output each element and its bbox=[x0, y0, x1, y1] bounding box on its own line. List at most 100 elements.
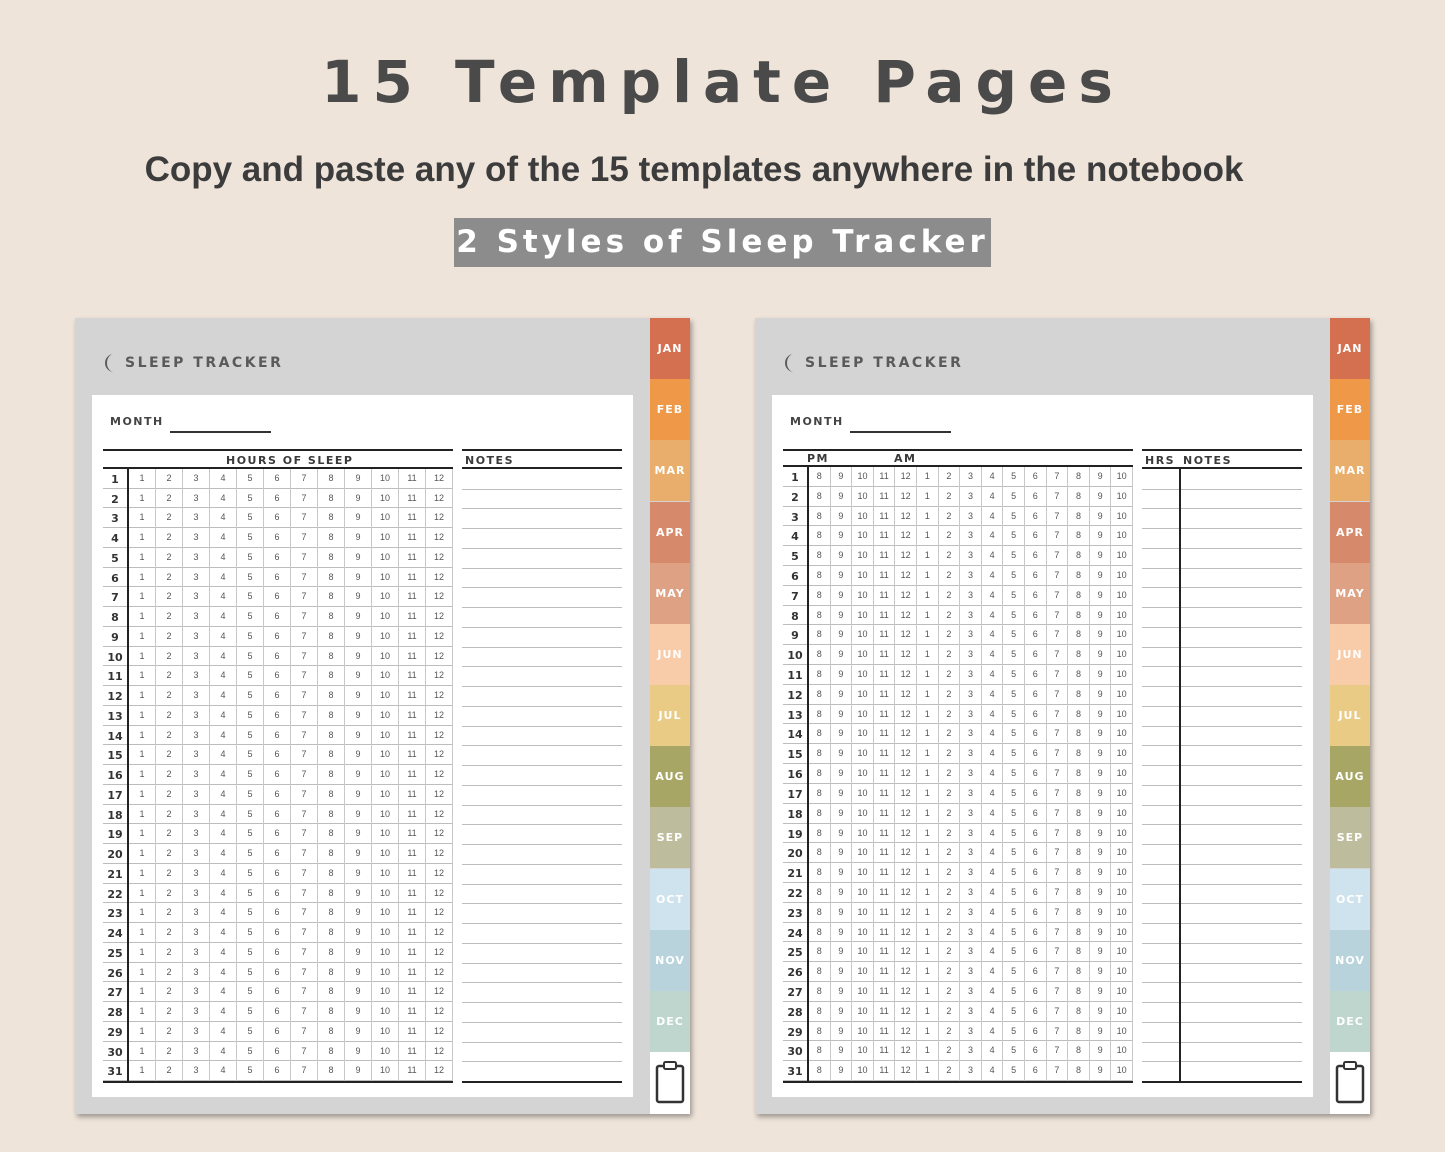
hour-cell[interactable]: 9 bbox=[831, 684, 853, 705]
hour-cell[interactable]: 11 bbox=[874, 863, 896, 883]
hour-cell[interactable]: 4 bbox=[982, 902, 1004, 923]
hour-cell[interactable]: 9 bbox=[831, 902, 853, 923]
hour-cell[interactable]: 1 bbox=[129, 1041, 156, 1062]
hour-cell[interactable]: 1 bbox=[917, 1061, 939, 1081]
hour-cell[interactable]: 3 bbox=[183, 804, 210, 825]
hour-cell[interactable]: 8 bbox=[1068, 526, 1090, 547]
hour-cell[interactable]: 9 bbox=[345, 607, 372, 627]
hour-cell[interactable]: 1 bbox=[129, 962, 156, 983]
hour-cell[interactable]: 2 bbox=[939, 902, 961, 923]
hour-cell[interactable]: 9 bbox=[345, 1041, 372, 1062]
hour-cell[interactable]: 12 bbox=[895, 724, 917, 745]
hour-cell[interactable]: 12 bbox=[895, 546, 917, 567]
hour-cell[interactable]: 3 bbox=[183, 469, 210, 489]
hour-cell[interactable]: 9 bbox=[831, 1021, 853, 1042]
hour-cell[interactable]: 11 bbox=[874, 546, 896, 567]
hour-cell[interactable]: 10 bbox=[1111, 1061, 1133, 1081]
hour-cell[interactable]: 2 bbox=[939, 922, 961, 943]
hour-cell[interactable]: 8 bbox=[1068, 803, 1090, 824]
hour-cell[interactable]: 3 bbox=[183, 982, 210, 1003]
hour-cell[interactable]: 4 bbox=[982, 467, 1004, 487]
hour-cell[interactable]: 12 bbox=[895, 882, 917, 903]
hour-cell[interactable]: 10 bbox=[372, 844, 399, 864]
month-tab-oct[interactable]: OCT bbox=[1330, 868, 1370, 930]
hour-cell[interactable]: 6 bbox=[264, 824, 291, 845]
hour-cell[interactable]: 3 bbox=[183, 547, 210, 568]
hour-cell[interactable]: 5 bbox=[237, 784, 264, 805]
hour-cell[interactable]: 4 bbox=[982, 942, 1004, 963]
hour-cell[interactable]: 9 bbox=[831, 566, 853, 586]
hour-cell[interactable]: 9 bbox=[345, 666, 372, 687]
hour-cell[interactable]: 1 bbox=[129, 587, 156, 608]
hour-cell[interactable]: 5 bbox=[237, 765, 264, 785]
hour-cell[interactable]: 12 bbox=[895, 665, 917, 685]
hour-cell[interactable]: 6 bbox=[264, 982, 291, 1003]
hour-cell[interactable]: 9 bbox=[831, 585, 853, 606]
hour-cell[interactable]: 4 bbox=[210, 469, 237, 489]
hour-cell[interactable]: 6 bbox=[1025, 684, 1047, 705]
hour-cell[interactable]: 1 bbox=[917, 467, 939, 487]
hour-cell[interactable]: 5 bbox=[1003, 526, 1025, 547]
hour-cell[interactable]: 11 bbox=[874, 981, 896, 1002]
hour-cell[interactable]: 9 bbox=[831, 665, 853, 685]
hour-cell[interactable]: 9 bbox=[345, 784, 372, 805]
hour-cell[interactable]: 10 bbox=[372, 962, 399, 983]
hour-cell[interactable]: 4 bbox=[982, 684, 1004, 705]
hour-cell[interactable]: 5 bbox=[237, 626, 264, 647]
hour-cell[interactable]: 8 bbox=[318, 705, 345, 726]
hour-cell[interactable]: 2 bbox=[939, 783, 961, 804]
hour-cell[interactable]: 8 bbox=[809, 645, 831, 666]
hour-cell[interactable]: 11 bbox=[874, 506, 896, 527]
hour-cell[interactable]: 4 bbox=[210, 745, 237, 766]
hour-cell[interactable]: 10 bbox=[372, 686, 399, 706]
hour-cell[interactable]: 4 bbox=[982, 803, 1004, 824]
hour-cell[interactable]: 5 bbox=[1003, 942, 1025, 963]
hour-cell[interactable]: 2 bbox=[156, 626, 183, 647]
hour-cell[interactable]: 9 bbox=[1090, 902, 1112, 923]
hour-cell[interactable]: 9 bbox=[1090, 645, 1112, 666]
hour-cell[interactable]: 3 bbox=[960, 526, 982, 547]
hour-cell[interactable]: 10 bbox=[372, 1021, 399, 1042]
hour-cell[interactable]: 5 bbox=[1003, 803, 1025, 824]
hour-cell[interactable]: 6 bbox=[264, 469, 291, 489]
hour-cell[interactable]: 12 bbox=[426, 686, 453, 706]
hour-cell[interactable]: 5 bbox=[237, 528, 264, 548]
hour-cell[interactable]: 7 bbox=[291, 725, 318, 746]
hour-cell[interactable]: 4 bbox=[982, 981, 1004, 1002]
month-tab-nov[interactable]: NOV bbox=[1330, 929, 1370, 991]
hour-cell[interactable]: 7 bbox=[1047, 506, 1069, 527]
hour-cell[interactable]: 7 bbox=[1047, 902, 1069, 923]
hour-cell[interactable]: 11 bbox=[874, 922, 896, 943]
hour-cell[interactable]: 9 bbox=[345, 1021, 372, 1042]
hour-cell[interactable]: 3 bbox=[183, 607, 210, 627]
hour-cell[interactable]: 7 bbox=[1047, 942, 1069, 963]
hour-cell[interactable]: 4 bbox=[982, 526, 1004, 547]
hour-cell[interactable]: 2 bbox=[156, 863, 183, 884]
hour-cell[interactable]: 3 bbox=[183, 567, 210, 588]
hour-cell[interactable]: 5 bbox=[237, 883, 264, 904]
hour-cell[interactable]: 10 bbox=[1111, 744, 1133, 765]
month-tab-jul[interactable]: JUL bbox=[1330, 685, 1370, 747]
hour-cell[interactable]: 8 bbox=[318, 883, 345, 904]
hour-cell[interactable]: 10 bbox=[852, 645, 874, 666]
hour-cell[interactable]: 12 bbox=[426, 666, 453, 687]
hour-cell[interactable]: 5 bbox=[237, 844, 264, 864]
hour-cell[interactable]: 9 bbox=[1090, 665, 1112, 685]
hour-cell[interactable]: 8 bbox=[809, 962, 831, 982]
hour-cell[interactable]: 9 bbox=[831, 724, 853, 745]
hour-cell[interactable]: 1 bbox=[917, 981, 939, 1002]
hour-cell[interactable]: 10 bbox=[852, 843, 874, 864]
hour-cell[interactable]: 8 bbox=[809, 902, 831, 923]
hour-cell[interactable]: 6 bbox=[264, 488, 291, 509]
hour-cell[interactable]: 10 bbox=[852, 684, 874, 705]
hour-cell[interactable]: 5 bbox=[237, 508, 264, 529]
hour-cell[interactable]: 9 bbox=[1090, 942, 1112, 963]
hour-cell[interactable]: 4 bbox=[210, 765, 237, 785]
hour-cell[interactable]: 7 bbox=[291, 883, 318, 904]
hour-cell[interactable]: 9 bbox=[1090, 684, 1112, 705]
hour-cell[interactable]: 1 bbox=[917, 1041, 939, 1062]
hour-cell[interactable]: 9 bbox=[1090, 744, 1112, 765]
hour-cell[interactable]: 10 bbox=[372, 508, 399, 529]
hour-cell[interactable]: 6 bbox=[1025, 625, 1047, 646]
hour-cell[interactable]: 12 bbox=[426, 1041, 453, 1062]
